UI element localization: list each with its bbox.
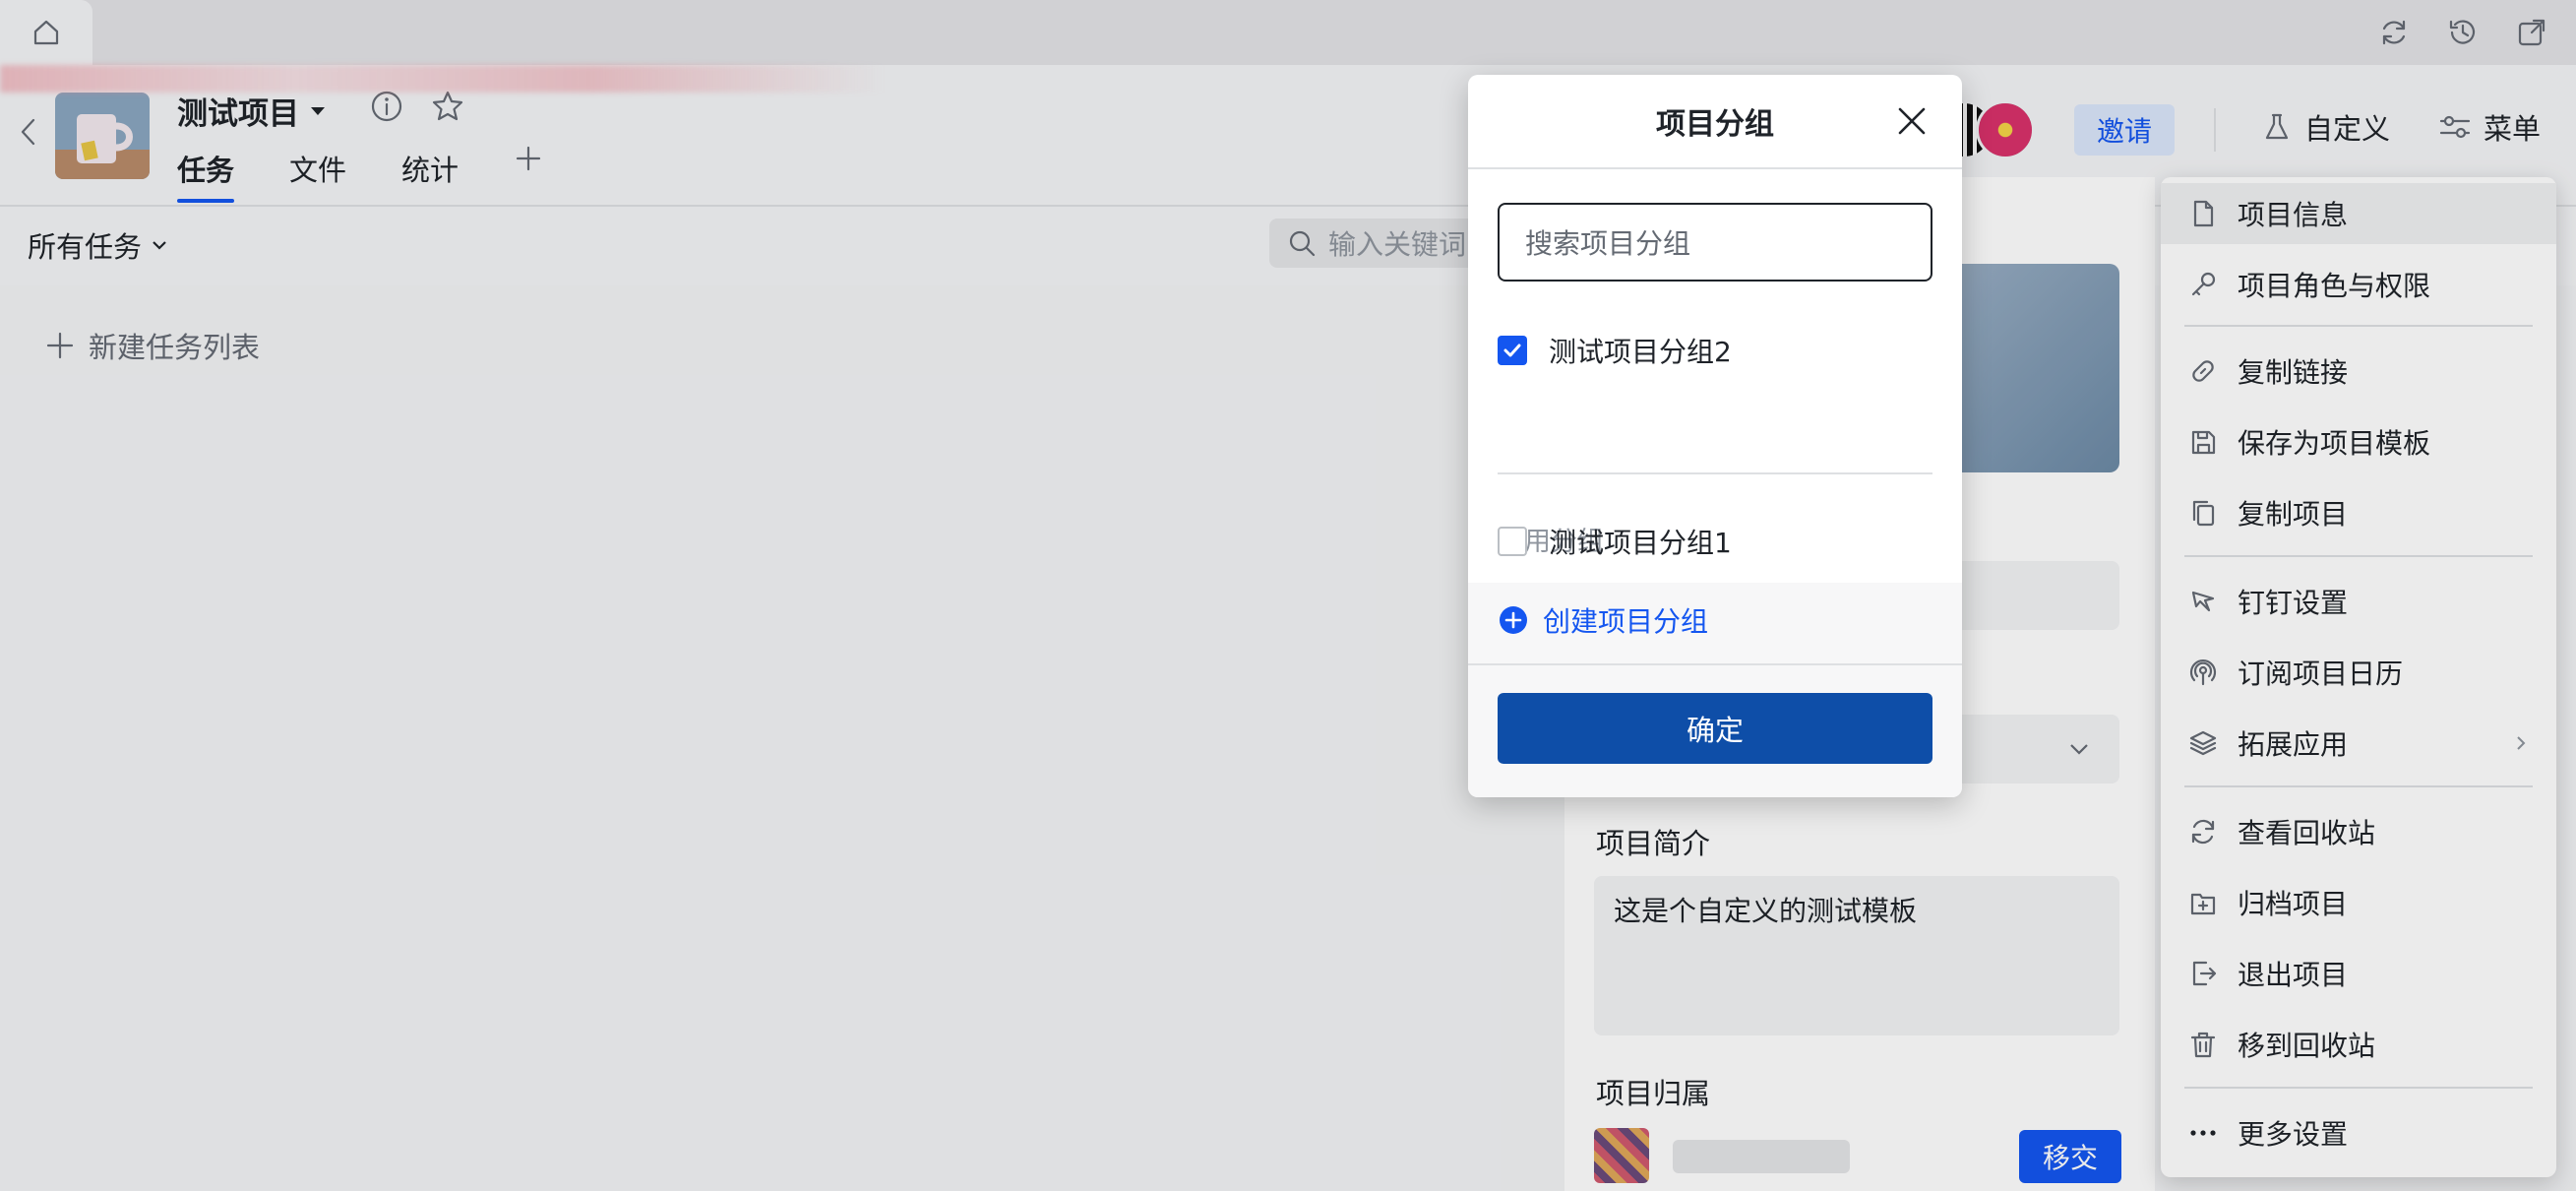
project-group-dialog: 项目分组 搜索项目分组 测试项目分组2 常用分组 测试项目分组1 创建项目分组 … bbox=[1468, 75, 1962, 797]
dialog-title: 项目分组 bbox=[1468, 75, 1962, 169]
group-option-selected[interactable]: 测试项目分组2 bbox=[1498, 331, 1732, 370]
dialog-footer: 创建项目分组 确定 bbox=[1468, 583, 1962, 797]
group-option-common[interactable]: 测试项目分组1 bbox=[1498, 522, 1732, 561]
create-group-label: 创建项目分组 bbox=[1543, 605, 1709, 638]
dialog-divider bbox=[1468, 663, 1962, 665]
close-icon bbox=[1898, 107, 1926, 135]
redacted-strip bbox=[0, 65, 886, 93]
group-option-label: 测试项目分组1 bbox=[1549, 527, 1732, 559]
create-group-button[interactable]: 创建项目分组 bbox=[1498, 600, 1708, 640]
plus-circle-icon bbox=[1500, 606, 1527, 634]
confirm-button[interactable]: 确定 bbox=[1498, 693, 1932, 764]
group-list: 测试项目分组2 常用分组 测试项目分组1 bbox=[1476, 283, 1954, 583]
check-icon bbox=[1503, 344, 1521, 357]
dialog-divider bbox=[1498, 472, 1932, 474]
group-search-input[interactable]: 搜索项目分组 bbox=[1498, 203, 1932, 282]
checkbox-checked[interactable] bbox=[1498, 336, 1527, 365]
modal-backdrop[interactable] bbox=[0, 0, 2576, 1191]
group-option-label: 测试项目分组2 bbox=[1549, 336, 1732, 368]
dialog-close-button[interactable] bbox=[1895, 104, 1929, 138]
group-search-placeholder: 搜索项目分组 bbox=[1525, 227, 1691, 260]
checkbox-unchecked[interactable] bbox=[1498, 527, 1527, 556]
